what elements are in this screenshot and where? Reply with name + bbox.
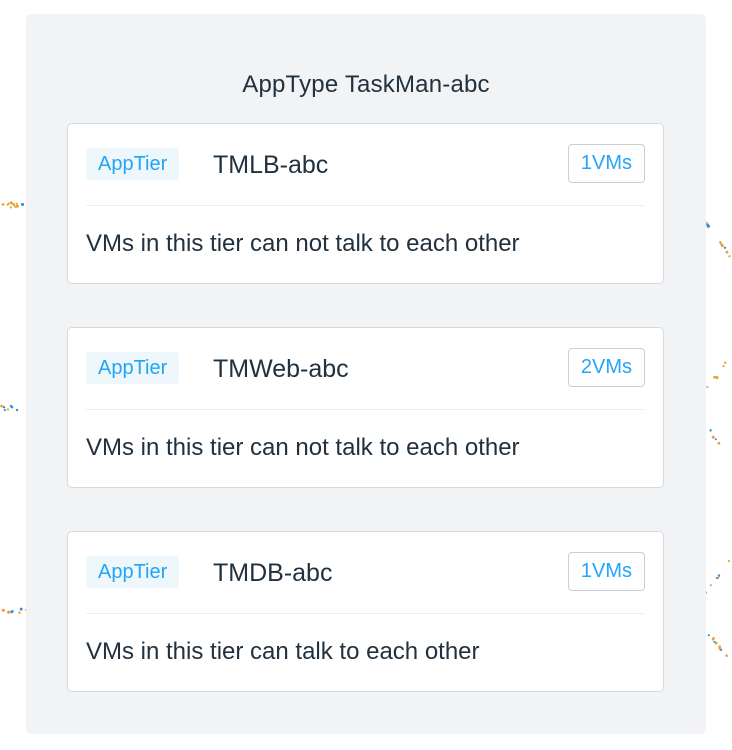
flow-dot xyxy=(725,250,729,254)
flow-dot xyxy=(1,608,5,612)
tier-card-tmlb[interactable]: AppTier TMLB-abc 1VMs VMs in this tier c… xyxy=(67,123,664,284)
tier-name: TMWeb-abc xyxy=(213,355,349,383)
flow-dot xyxy=(713,375,716,379)
flow-dot xyxy=(718,645,722,649)
flow-dot xyxy=(15,204,19,208)
flow-dot xyxy=(719,648,723,652)
flow-dot xyxy=(15,202,18,205)
flow-dot xyxy=(9,404,12,407)
flow-dot xyxy=(717,441,721,445)
flow-dot xyxy=(725,654,729,657)
tier-header: AppTier TMWeb-abc 2VMs xyxy=(86,346,645,392)
flow-dot xyxy=(9,201,13,205)
tier-policy-text: VMs in this tier can not talk to each ot… xyxy=(86,230,520,257)
flow-dot xyxy=(717,576,720,579)
flow-dot xyxy=(11,610,14,613)
app-topology-canvas: AppType TaskMan-abc AppTier TMLB-abc 1VM… xyxy=(0,0,732,750)
flow-dot xyxy=(14,205,17,208)
flow-dot xyxy=(717,574,721,577)
flow-dot xyxy=(7,202,10,205)
flow-dot xyxy=(709,584,712,587)
flow-dot xyxy=(728,255,731,258)
flow-dot xyxy=(15,408,19,412)
flow-dot xyxy=(3,409,6,412)
vm-count-button[interactable]: 1VMs xyxy=(567,552,645,591)
tier-type-badge: AppTier xyxy=(86,352,180,384)
vm-count-button[interactable]: 2VMs xyxy=(567,348,645,387)
flow-dot xyxy=(727,559,731,563)
flow-dot xyxy=(720,244,724,248)
flow-dot xyxy=(714,375,717,379)
tier-policy-text: VMs in this tier can talk to each other xyxy=(86,638,480,665)
flow-dot xyxy=(718,646,722,650)
tier-name: TMLB-abc xyxy=(213,151,329,179)
flow-dot xyxy=(713,640,716,643)
tier-card-tmdb[interactable]: AppTier TMDB-abc 1VMs VMs in this tier c… xyxy=(67,531,664,692)
flow-dot xyxy=(1,203,5,206)
tier-policy-text: VMs in this tier can not talk to each ot… xyxy=(86,434,520,461)
flow-dot xyxy=(18,611,21,614)
flow-dot xyxy=(722,365,725,368)
flow-dot xyxy=(719,242,723,245)
flow-dot xyxy=(706,223,709,227)
flow-dot xyxy=(0,404,4,408)
flow-dot xyxy=(706,223,709,226)
flow-dot xyxy=(711,435,715,439)
flow-dot xyxy=(706,385,709,389)
flow-dot xyxy=(2,406,6,409)
flow-dot xyxy=(714,641,718,645)
tier-card-tmweb[interactable]: AppTier TMWeb-abc 2VMs VMs in this tier … xyxy=(67,327,664,488)
tier-header: AppTier TMLB-abc 1VMs xyxy=(86,142,645,188)
flow-dot xyxy=(10,610,14,614)
tier-divider xyxy=(86,205,645,206)
tier-divider xyxy=(86,613,645,614)
flow-dot xyxy=(20,202,25,206)
flow-dot xyxy=(707,634,710,637)
flow-dot xyxy=(6,408,10,411)
tier-divider xyxy=(86,409,645,410)
flow-dot xyxy=(12,203,16,206)
app-type-title: AppType TaskMan-abc xyxy=(242,71,490,98)
flow-dot xyxy=(9,206,13,209)
flow-dot xyxy=(706,224,710,228)
flow-dot xyxy=(719,240,722,243)
flow-dot xyxy=(19,607,23,611)
tier-type-badge: AppTier xyxy=(86,556,180,588)
flow-dot xyxy=(724,361,727,364)
flow-dot xyxy=(714,438,717,441)
flow-dot xyxy=(7,611,10,614)
flow-dot xyxy=(715,376,719,380)
tier-header: AppTier TMDB-abc 1VMs xyxy=(86,550,645,596)
flow-dot xyxy=(723,246,727,249)
tier-name: TMDB-abc xyxy=(213,559,333,587)
flow-dot xyxy=(711,638,715,641)
flow-dot xyxy=(6,203,9,206)
vm-count-button[interactable]: 1VMs xyxy=(567,144,645,183)
flow-dot xyxy=(712,637,715,640)
flow-dot xyxy=(10,405,14,409)
flow-dot xyxy=(7,610,11,614)
tier-type-badge: AppTier xyxy=(86,148,180,180)
flow-dot xyxy=(709,429,712,432)
flow-dot xyxy=(725,654,728,657)
flow-dot xyxy=(715,577,718,580)
